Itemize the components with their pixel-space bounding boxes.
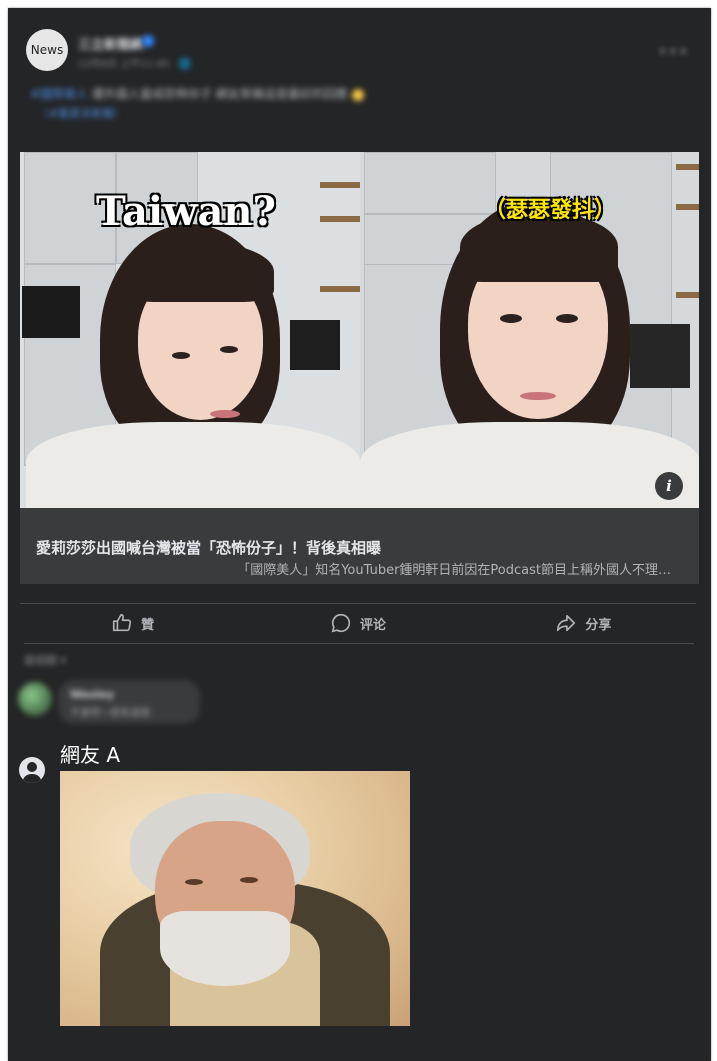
link-description: 「國際美人」知名YouTuber鍾明軒日前因在Podcast節目上稱外國人不理… — [237, 563, 671, 578]
bangs — [124, 242, 274, 302]
comment-sort-dropdown[interactable]: 最相關 ▾ — [24, 652, 66, 668]
chair — [290, 320, 340, 370]
comment-icon — [331, 613, 351, 633]
post-body: 遭外國人當成恐怖份子 網友笑稱這是最好的回應 — [88, 87, 348, 101]
cabinet — [364, 152, 496, 214]
action-bar: 贊 评论 分享 — [20, 604, 696, 642]
comment-author[interactable]: Wesley — [70, 688, 114, 701]
comment-label: 评论 — [359, 617, 386, 633]
user-avatar-icon[interactable] — [19, 757, 45, 783]
comment-button[interactable]: 评论 — [245, 604, 470, 642]
shelf — [676, 292, 699, 298]
eye — [185, 879, 203, 885]
like-label: 贊 — [141, 617, 155, 633]
share-label: 分享 — [585, 617, 612, 633]
comment-text: 不會吧～很有道理 — [70, 708, 150, 719]
shelf — [320, 182, 360, 188]
page-name[interactable]: 三立新聞網 — [78, 34, 143, 53]
thumbs-up-icon — [113, 613, 132, 632]
shelf — [320, 216, 360, 222]
lips — [210, 410, 240, 418]
bag — [22, 286, 80, 338]
info-icon[interactable]: i — [655, 472, 683, 500]
eye — [172, 352, 190, 359]
ellipsis-icon[interactable]: ••• — [658, 42, 689, 61]
share-button[interactable]: 分享 — [471, 604, 696, 642]
divider — [24, 643, 694, 644]
page-avatar[interactable]: News — [26, 29, 68, 71]
share-icon — [557, 614, 576, 632]
beard — [160, 911, 290, 986]
link-preview-image[interactable]: Taiwan? （瑟瑟發抖） i — [20, 152, 699, 508]
eye — [220, 346, 238, 353]
more-news-link[interactable]: （#看更多新聞） — [38, 105, 124, 121]
shelf — [320, 286, 360, 292]
eye — [500, 314, 522, 323]
post-timestamp[interactable]: 12月6日 上午11:45 · 🌐 — [78, 55, 191, 70]
commenter-avatar[interactable] — [18, 682, 52, 716]
right-caption: （瑟瑟發抖） — [484, 197, 617, 223]
right-video-frame: （瑟瑟發抖） — [360, 152, 699, 508]
commenter-name[interactable]: 網友 A — [60, 739, 120, 768]
sweater — [26, 422, 360, 508]
like-button[interactable]: 贊 — [20, 604, 245, 642]
shelf — [676, 164, 699, 170]
shelf — [676, 204, 699, 210]
comment-bubble: Wesley 不會吧～很有道理 — [58, 680, 200, 724]
chair — [630, 324, 690, 388]
eye — [556, 314, 578, 323]
comment-photo[interactable] — [60, 771, 410, 1026]
link-card[interactable]: 愛莉莎莎出國喊台灣被當「恐怖份子」！背後真相曝 「國際美人」知名YouTuber… — [20, 508, 699, 584]
left-caption: Taiwan? — [96, 188, 276, 235]
emoji-icon — [351, 88, 364, 101]
post-text: #國際美人 遭外國人當成恐怖份子 網友笑稱這是最好的回應 — [30, 85, 364, 102]
hashtag-link[interactable]: #國際美人 — [30, 87, 88, 101]
eye — [240, 877, 258, 883]
verified-badge-icon — [142, 35, 154, 47]
link-title[interactable]: 愛莉莎莎出國喊台灣被當「恐怖份子」！背後真相曝 — [36, 537, 381, 558]
avatar-label: News — [30, 43, 64, 57]
lips — [520, 392, 556, 400]
left-video-frame: Taiwan? — [20, 152, 360, 508]
sweater — [360, 422, 699, 508]
